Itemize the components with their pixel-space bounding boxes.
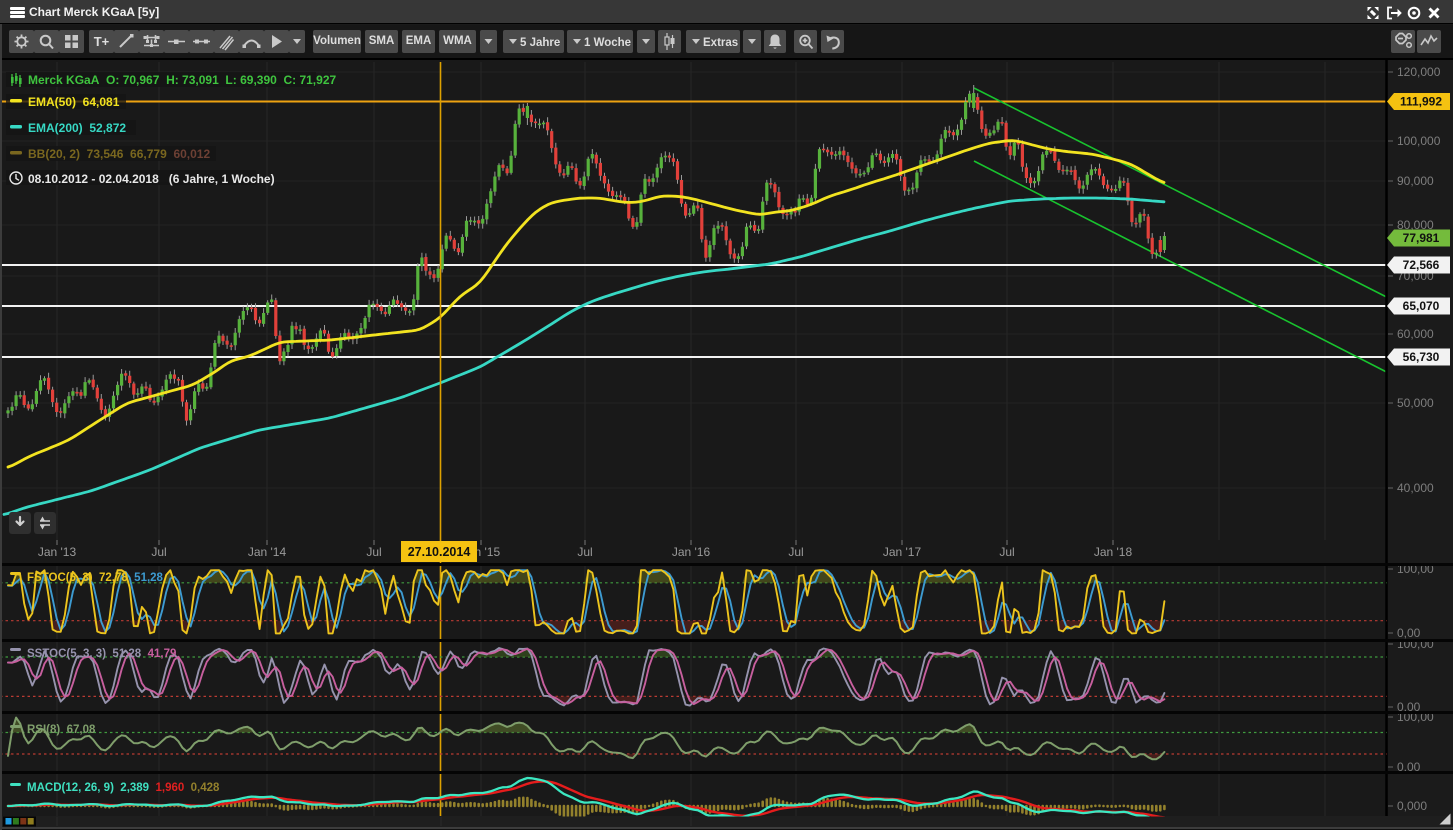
svg-text:27.10.2014: 27.10.2014 bbox=[408, 545, 471, 559]
svg-text:40,000: 40,000 bbox=[1397, 481, 1434, 495]
svg-text:Jul: Jul bbox=[788, 545, 803, 559]
svg-text:Extras: Extras bbox=[703, 37, 738, 49]
svg-text:Jul: Jul bbox=[999, 545, 1014, 559]
svg-text:Merck KGaA O: 70,967 H: 73,0: Merck KGaA O: 70,967 H: 73,091 L: 69,390… bbox=[28, 73, 336, 87]
svg-text:90,000: 90,000 bbox=[1397, 174, 1434, 188]
svg-text:Jan '14: Jan '14 bbox=[248, 545, 287, 559]
svg-text:Jan '17: Jan '17 bbox=[883, 545, 922, 559]
svg-text:77,981: 77,981 bbox=[1403, 231, 1440, 245]
svg-text:100,000: 100,000 bbox=[1397, 134, 1441, 148]
svg-text:60,000: 60,000 bbox=[1397, 327, 1434, 341]
svg-text:SSTOC(5, 3, 3) 51,28 41,79: SSTOC(5, 3, 3) 51,28 41,79 bbox=[27, 648, 176, 660]
svg-text:RSI(8) 67,08: RSI(8) 67,08 bbox=[27, 724, 96, 736]
svg-text:5 Jahre: 5 Jahre bbox=[520, 37, 560, 49]
svg-text:EMA(50) 64,081: EMA(50) 64,081 bbox=[28, 95, 120, 109]
svg-text:FSTOC(5, 3) 72,78 51,28: FSTOC(5, 3) 72,78 51,28 bbox=[27, 572, 164, 584]
svg-text:EMA(200) 52,872: EMA(200) 52,872 bbox=[28, 121, 126, 135]
svg-text:56,730: 56,730 bbox=[1403, 350, 1440, 364]
svg-text:50,000: 50,000 bbox=[1397, 396, 1434, 410]
svg-text:Jan '18: Jan '18 bbox=[1094, 545, 1133, 559]
svg-text:120,000: 120,000 bbox=[1397, 65, 1441, 79]
svg-text:Jul: Jul bbox=[151, 545, 166, 559]
svg-text:72,566: 72,566 bbox=[1403, 258, 1440, 272]
svg-text:MACD(12, 26, 9) 2,389 1,960: MACD(12, 26, 9) 2,389 1,960 0,428 bbox=[27, 782, 220, 794]
svg-text:08.10.2012 - 02.04.2018 (6 J: 08.10.2012 - 02.04.2018 (6 Jahre, 1 Woch… bbox=[28, 172, 275, 186]
svg-text:Jan '16: Jan '16 bbox=[672, 545, 711, 559]
svg-text:1 Woche: 1 Woche bbox=[584, 37, 631, 49]
svg-text:65,070: 65,070 bbox=[1403, 299, 1440, 313]
svg-text:Jul: Jul bbox=[366, 545, 381, 559]
svg-text:BB(20, 2) 73,546 66,779 60,: BB(20, 2) 73,546 66,779 60,012 bbox=[28, 147, 210, 161]
svg-text:111,992: 111,992 bbox=[1400, 95, 1442, 109]
svg-text:0,000: 0,000 bbox=[1397, 799, 1427, 813]
svg-text:Jan '13: Jan '13 bbox=[38, 545, 77, 559]
svg-text:Jul: Jul bbox=[577, 545, 592, 559]
